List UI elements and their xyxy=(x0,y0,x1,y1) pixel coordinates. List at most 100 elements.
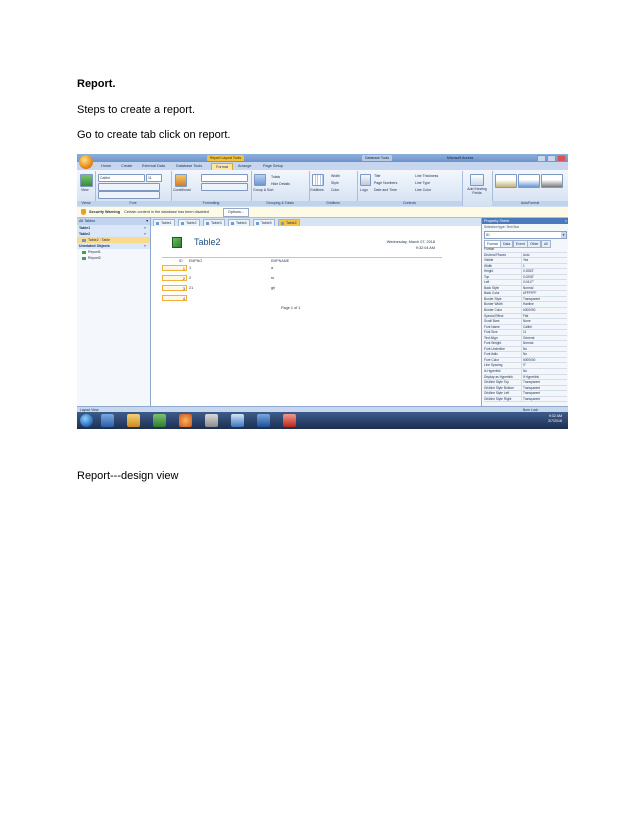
media-icon[interactable] xyxy=(231,414,244,427)
options-button[interactable]: Options... xyxy=(223,208,249,217)
autoformat-swatch-1[interactable] xyxy=(495,174,517,188)
line-type-button[interactable]: Line Type xyxy=(415,181,430,185)
id-cell[interactable]: 3 xyxy=(162,285,187,291)
ie-icon[interactable] xyxy=(101,414,114,427)
property-value[interactable]: 0" xyxy=(521,363,526,369)
empno-cell[interactable]: 21 xyxy=(189,285,193,291)
column-header-empno[interactable]: EMPNO xyxy=(189,259,202,263)
tab-home[interactable]: Home xyxy=(97,163,115,170)
tools-icon[interactable] xyxy=(205,414,218,427)
maximize-button[interactable] xyxy=(547,155,556,162)
line-color-button[interactable]: Line Color xyxy=(415,188,431,192)
context-tab-layout[interactable]: Report Layout Tools xyxy=(207,155,245,161)
conditional-icon[interactable] xyxy=(175,174,187,187)
report-date[interactable]: Wednesday, March 07, 2018 xyxy=(387,240,435,244)
browser-icon[interactable] xyxy=(179,414,192,427)
autoformat-swatch-2[interactable] xyxy=(518,174,540,188)
title-button[interactable]: Title xyxy=(374,174,380,178)
empno-cell[interactable]: 1 xyxy=(189,265,191,271)
page-numbers-button[interactable]: Page Numbers xyxy=(374,181,397,185)
hide-details-button[interactable]: Hide Details xyxy=(271,182,290,186)
property-value[interactable]: #000000 xyxy=(521,357,535,363)
empname-cell[interactable]: a xyxy=(271,265,273,271)
style-button[interactable]: Style xyxy=(331,181,339,185)
chevron-down-icon[interactable]: ▾ xyxy=(146,218,148,225)
property-row[interactable]: Gridline Style Right Transparent xyxy=(484,396,567,403)
tab-create[interactable]: Create xyxy=(117,163,136,170)
property-value[interactable]: Normal xyxy=(521,341,533,346)
line-thickness-button[interactable]: Line Thickness xyxy=(415,174,438,178)
close-button[interactable] xyxy=(557,155,566,162)
alignment-buttons[interactable] xyxy=(98,191,160,199)
tab-arrange[interactable]: Arrange xyxy=(234,163,256,170)
property-value[interactable]: Yes xyxy=(521,258,528,263)
column-header-id[interactable]: ID xyxy=(179,259,183,263)
property-value[interactable]: None xyxy=(521,319,531,324)
system-tray-clock[interactable]: 9:32 AM 3/7/2018 xyxy=(548,414,562,424)
office-button[interactable] xyxy=(79,155,93,169)
id-cell[interactable]: 2 xyxy=(162,275,187,281)
property-value[interactable]: Normal xyxy=(521,285,533,291)
property-value[interactable]: Transparent xyxy=(521,296,540,302)
report-title[interactable]: Table2 xyxy=(194,237,221,247)
nav-pane-header[interactable]: All Tables ▾ xyxy=(77,218,150,225)
chevron-down-icon[interactable]: ▾ xyxy=(561,232,566,238)
context-tab-db[interactable]: Database Tools xyxy=(362,155,393,161)
property-value[interactable]: Transparent xyxy=(521,391,540,396)
empname-cell[interactable]: sr xyxy=(271,275,274,281)
format-select[interactable] xyxy=(201,174,248,182)
font-size-select[interactable]: 11 xyxy=(146,174,162,182)
close-icon[interactable]: × xyxy=(565,218,567,224)
font-format-buttons[interactable] xyxy=(98,183,160,191)
add-fields-icon[interactable] xyxy=(470,174,484,186)
logo-icon[interactable] xyxy=(360,174,371,186)
property-value[interactable]: Transparent xyxy=(521,380,540,385)
property-value[interactable]: No xyxy=(521,352,527,357)
page-footer[interactable]: Page 1 of 1 xyxy=(281,306,300,310)
property-value[interactable]: No xyxy=(521,369,527,374)
property-value[interactable]: No xyxy=(521,346,527,352)
gridlines-icon[interactable] xyxy=(312,174,324,186)
property-value[interactable]: Calibri xyxy=(521,324,532,330)
nav-item[interactable]: Report2 xyxy=(77,255,150,261)
tab-page-setup[interactable]: Page Setup xyxy=(259,163,287,170)
tab-database-tools[interactable]: Database Tools xyxy=(172,163,206,170)
autoformat-swatch-3[interactable] xyxy=(541,174,563,188)
property-value[interactable]: Hairline xyxy=(521,302,534,308)
property-value[interactable]: If Hyperlink xyxy=(521,374,539,380)
property-value[interactable]: #000000 xyxy=(521,308,535,313)
font-name-select[interactable]: Calibri xyxy=(98,174,145,182)
id-cell[interactable]: 4 xyxy=(162,295,187,301)
word-icon[interactable] xyxy=(257,414,270,427)
group-sort-icon[interactable] xyxy=(254,174,266,186)
property-value[interactable]: Transparent xyxy=(521,385,540,391)
property-value[interactable]: 0.0208" xyxy=(521,274,534,280)
property-value[interactable]: 0.0417" xyxy=(521,280,534,285)
folder-icon[interactable] xyxy=(127,414,140,427)
access-icon[interactable] xyxy=(283,414,296,427)
color-button[interactable]: Color xyxy=(331,188,339,192)
property-value[interactable]: 1 xyxy=(521,263,525,269)
tab-external-data[interactable]: External Data xyxy=(138,163,169,170)
excel-icon[interactable] xyxy=(153,414,166,427)
start-button[interactable] xyxy=(80,414,93,427)
view-icon[interactable] xyxy=(80,174,93,187)
empno-cell[interactable]: 2 xyxy=(189,275,191,281)
report-time[interactable]: 9:32:04 AM xyxy=(416,246,435,250)
minimize-button[interactable] xyxy=(537,155,546,162)
date-time-button[interactable]: Date and Time xyxy=(374,188,397,192)
empname-cell[interactable]: gh xyxy=(271,285,275,291)
property-value[interactable]: Flat xyxy=(521,313,528,319)
property-value[interactable]: 11 xyxy=(521,330,526,335)
property-value[interactable]: #FFFFFF xyxy=(521,291,536,296)
property-value[interactable]: Auto xyxy=(521,252,530,258)
property-value[interactable]: 0.2083" xyxy=(521,269,534,274)
property-value[interactable]: Transparent xyxy=(521,396,540,402)
property-value[interactable]: General xyxy=(521,335,534,341)
width-button[interactable]: Width xyxy=(331,174,340,178)
number-format-buttons[interactable] xyxy=(201,183,248,191)
id-cell[interactable]: 1 xyxy=(162,265,187,271)
object-select[interactable]: ID ▾ xyxy=(484,231,567,239)
column-header-empname[interactable]: EMPNAME xyxy=(271,259,289,263)
totals-button[interactable]: Totals xyxy=(271,175,280,179)
